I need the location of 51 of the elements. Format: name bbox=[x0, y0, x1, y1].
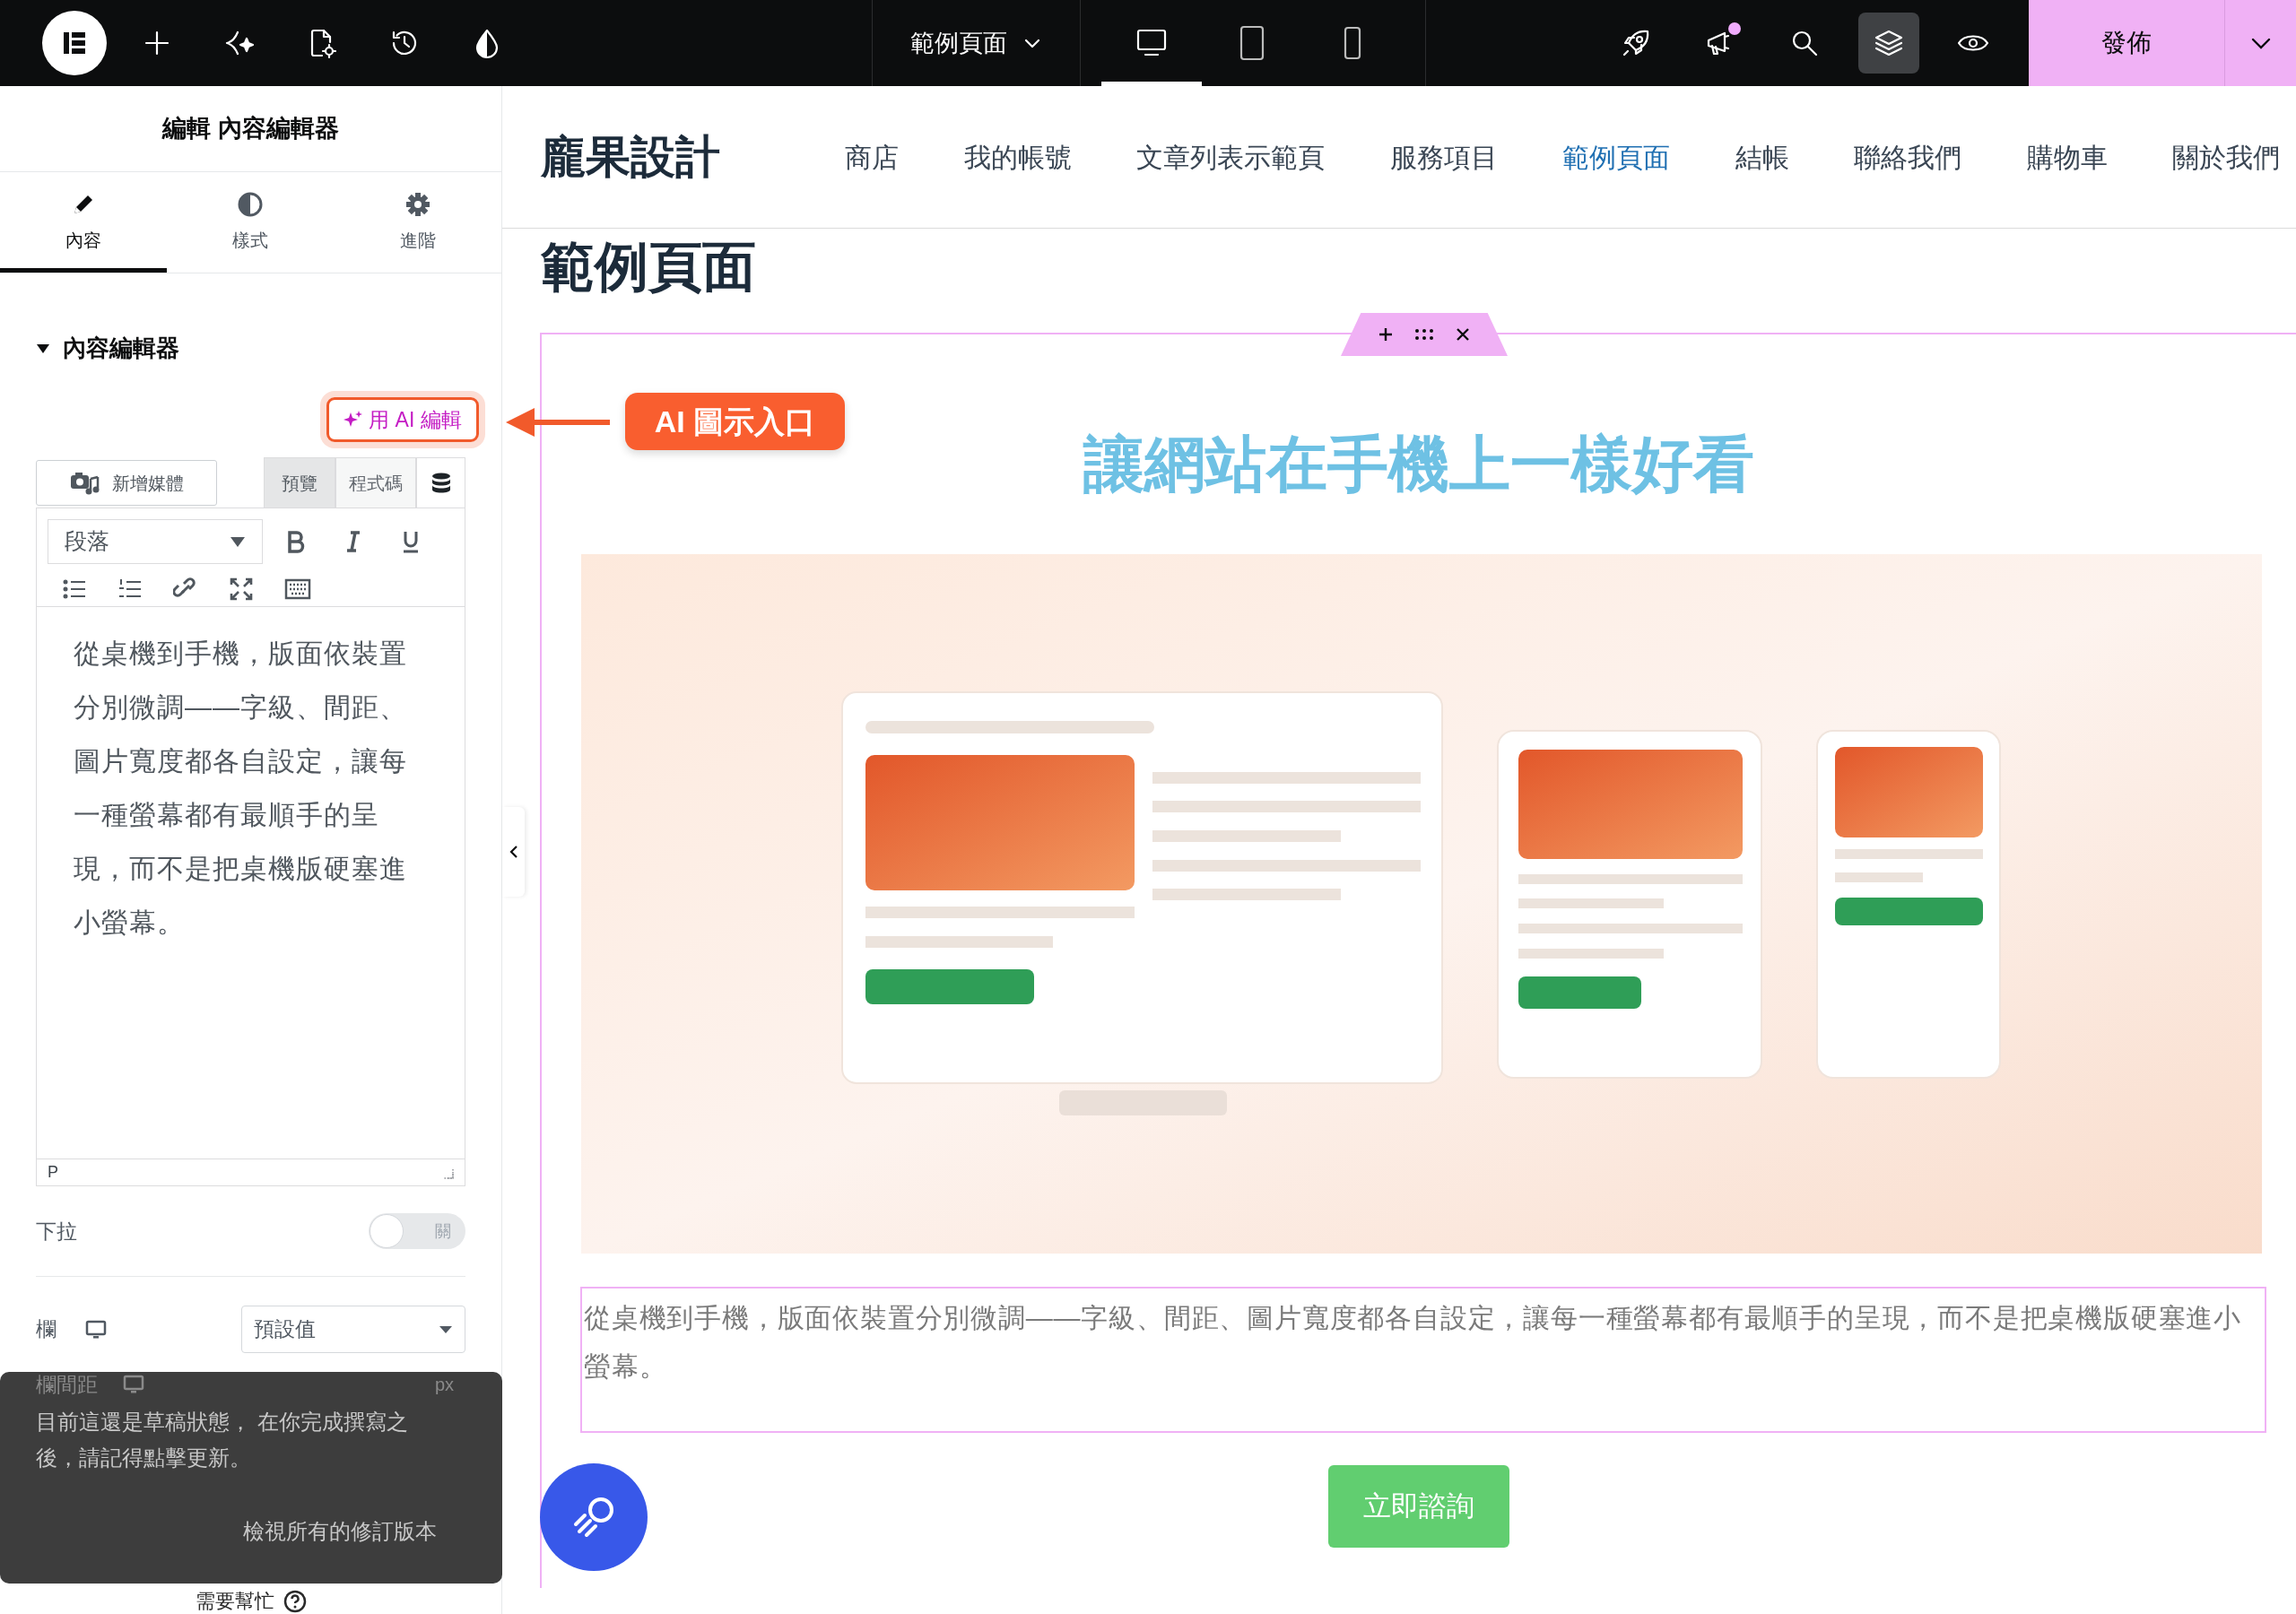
help-icon[interactable] bbox=[283, 1589, 307, 1613]
fullscreen-icon[interactable] bbox=[229, 577, 254, 602]
section-header[interactable]: 內容編輯器 bbox=[36, 331, 179, 366]
layers-button[interactable] bbox=[1858, 13, 1919, 74]
columns-label: 欄 bbox=[36, 1316, 57, 1343]
panel-tab[interactable]: 樣式 bbox=[167, 172, 335, 273]
editor-text[interactable]: 從桌機到手機，版面依裝置分別微調——字級、間距、圖片寬度都各自設定，讓每一種螢幕都有最順手的呈現，而不是把桌機版硬塞進小螢幕。 bbox=[74, 627, 425, 950]
editor-tab[interactable]: 預覽 bbox=[264, 457, 335, 508]
desktop-icon bbox=[1135, 28, 1168, 58]
column-gap-label: 欄間距 bbox=[36, 1371, 98, 1398]
settings-icon bbox=[404, 191, 431, 218]
panel-tab[interactable]: 進階 bbox=[334, 172, 501, 273]
desktop-icon[interactable] bbox=[85, 1319, 107, 1340]
revisions-link[interactable]: 檢視所有的修訂版本 bbox=[243, 1515, 437, 1548]
chevron-left-icon bbox=[508, 845, 519, 859]
nav-link[interactable]: 聯絡我們 bbox=[1854, 136, 1961, 178]
contrast-icon bbox=[237, 191, 265, 218]
publish-button[interactable]: 發佈 bbox=[2029, 0, 2224, 86]
draft-message: 目前這還是草稿狀態， 在你完成撰寫之後，請記得點擊更新。 bbox=[36, 1409, 409, 1471]
page-title: 範例頁面 bbox=[541, 236, 756, 299]
panel-title: 編輯 內容編輯器 bbox=[162, 114, 339, 144]
bulleted-list-icon[interactable] bbox=[62, 577, 87, 601]
nav-link[interactable]: 我的帳號 bbox=[963, 136, 1072, 178]
desktop-icon bbox=[123, 1375, 144, 1394]
help-link[interactable]: 需要幫忙 bbox=[196, 1586, 274, 1614]
nav-link[interactable]: 結帳 bbox=[1735, 136, 1789, 178]
drag-handle-icon[interactable] bbox=[1413, 327, 1435, 342]
panel-tab[interactable]: 內容 bbox=[0, 172, 168, 273]
tablet-icon bbox=[1239, 25, 1265, 61]
element-path: P bbox=[48, 1162, 58, 1183]
editor-tab[interactable]: 程式碼 bbox=[335, 457, 416, 508]
section-heading: 讓網站在手機上一樣好看 bbox=[1083, 429, 1754, 499]
caret-icon bbox=[439, 1324, 453, 1334]
keyboard-icon[interactable] bbox=[284, 577, 311, 601]
section-paragraph: 從桌機到手機，版面依裝置分別微調——字級、間距、圖片寬度都各自設定，讓每一種螢幕都有最順手的呈現，而不是把桌機版硬塞進小螢幕。 bbox=[584, 1302, 2242, 1383]
format-select[interactable]: 段落 bbox=[48, 519, 263, 564]
nav-link[interactable]: 文章列表示範頁 bbox=[1136, 136, 1325, 178]
nav-link[interactable]: 關於我們 bbox=[2172, 136, 2280, 178]
annotation-label: AI 圖示入口 bbox=[625, 393, 845, 450]
dropcap-label: 下拉 bbox=[36, 1218, 77, 1245]
nav-link[interactable]: 購物車 bbox=[2026, 136, 2108, 178]
site-logo[interactable]: 龐果設計 bbox=[541, 123, 720, 191]
add-media-button[interactable]: 新增媒體 bbox=[36, 460, 217, 506]
nav-link[interactable]: 商店 bbox=[845, 136, 899, 178]
columns-select[interactable]: 預設值 bbox=[241, 1306, 465, 1353]
mobile-icon bbox=[1343, 25, 1362, 61]
caret-icon bbox=[230, 535, 246, 548]
plus-icon[interactable] bbox=[1378, 326, 1394, 343]
nav-link[interactable]: 服務項目 bbox=[1389, 136, 1498, 178]
close-icon[interactable] bbox=[1455, 326, 1471, 343]
nav-link[interactable]: 範例頁面 bbox=[1562, 136, 1670, 178]
